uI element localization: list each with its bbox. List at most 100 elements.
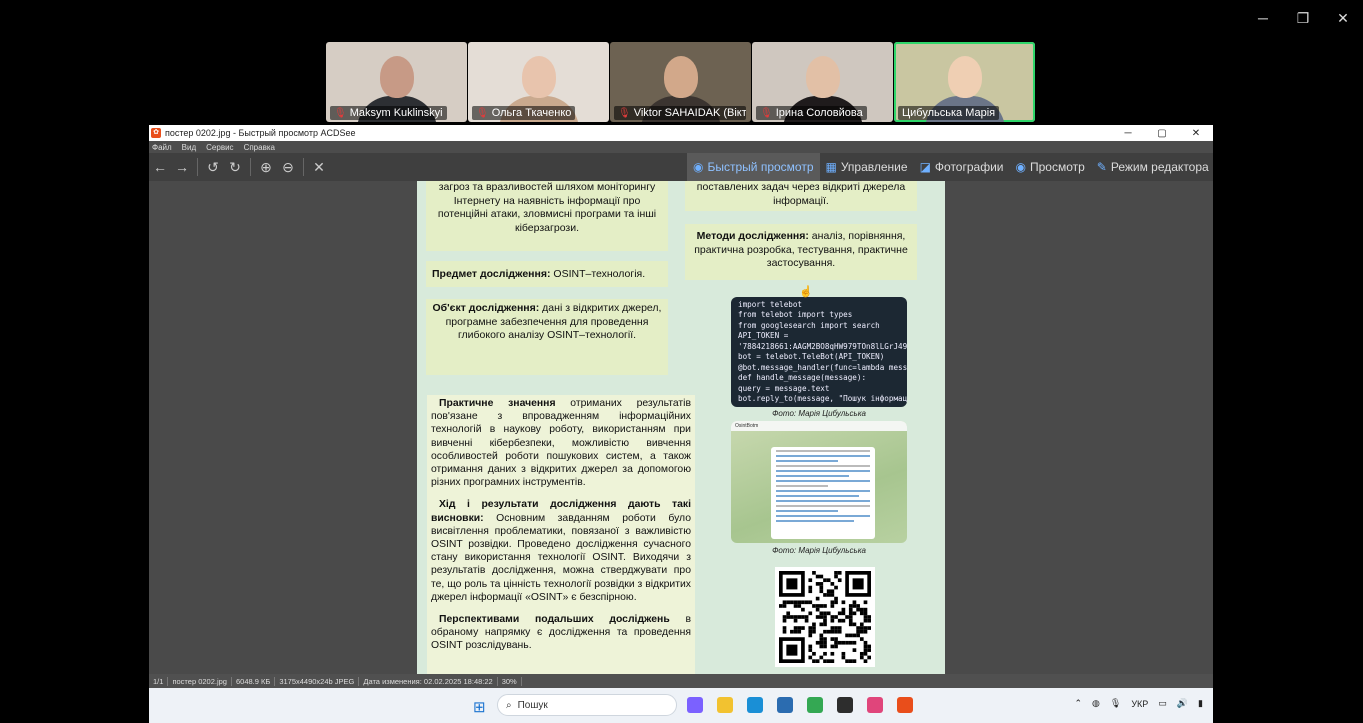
participant-tile[interactable]: Цибульська Марія — [894, 42, 1035, 122]
tab-manage[interactable]: ▦ Управление — [820, 153, 914, 181]
photos-icon: ◪ — [919, 160, 931, 174]
menu-view[interactable]: Вид — [182, 143, 196, 152]
chevron-up-icon[interactable]: ⌃ — [1075, 698, 1083, 709]
file-explorer-icon[interactable] — [717, 697, 733, 713]
network-icon[interactable]: ◍ — [1092, 698, 1100, 709]
menu-service[interactable]: Сервис — [206, 143, 233, 152]
tab-label: Управление — [840, 160, 908, 174]
system-tray: ⌃ ◍ 🎙 УКР ▭ 🔊 ▮ — [1075, 698, 1204, 709]
participant-name: Ольга Ткаченко — [491, 107, 572, 119]
microphone-icon[interactable]: 🎙 — [1110, 698, 1121, 709]
acdsee-app-icon[interactable] — [897, 697, 913, 713]
participant-name-label: 🎙 Maksym Kuklinskyi — [330, 106, 447, 120]
meeting-window-controls: ─ ❐ ✕ — [1243, 0, 1363, 36]
windows-start-icon[interactable]: ⊞ — [473, 698, 486, 716]
participant-video-strip: 🎙 Maksym Kuklinskyi 🎙 Ольга Ткаченко 🎙 Viktor… — [326, 42, 1038, 122]
participant-name: Viktor SAHAIDAK (Вікт... — [633, 107, 746, 119]
participant-tile[interactable]: 🎙 Viktor SAHAIDAK (Вікт... — [610, 42, 751, 122]
viewer-window-controls: ─ ▢ ✕ — [1111, 128, 1213, 139]
poster-box-object: Об'єкт дослідження: дані з відкритих дже… — [426, 299, 668, 375]
battery-icon[interactable]: ▮ — [1198, 698, 1203, 709]
practical-paragraph: Практичне значення отриманих результатів… — [431, 397, 691, 489]
tab-quick-view[interactable]: ◉ Быстрый просмотр — [687, 153, 820, 181]
tab-editor-mode[interactable]: ✎ Режим редактора — [1091, 153, 1215, 181]
windows-taskbar: ⊞ ⌕ Пошук ⌃ ◍ 🎙 УКР ▭ 🔊 ▮ — [149, 688, 1213, 723]
results-text: Основним завданням роботи було висвітлен… — [431, 512, 691, 603]
acdsee-viewer-window: ✿ постер 0202.jpg - Быстрый просмотр ACD… — [149, 125, 1213, 723]
participant-video — [379, 56, 414, 98]
viewer-restore-button[interactable]: ▢ — [1145, 128, 1179, 139]
viewer-statusbar: 1/1 постер 0202.jpg 6048.9 КБ 3175x4490x… — [149, 674, 1213, 688]
viewer-titlebar: ✿ постер 0202.jpg - Быстрый просмотр ACD… — [149, 125, 1213, 141]
taskbar-search[interactable]: ⌕ Пошук — [497, 694, 677, 716]
image-canvas[interactable]: загроз та вразливостей шляхом моніторинг… — [149, 181, 1213, 674]
chat-message-bubble — [771, 447, 875, 539]
participant-video — [663, 56, 698, 98]
prospects-paragraph: Перспективами подальших досліджень в обр… — [431, 613, 691, 653]
menu-file[interactable]: Файл — [152, 143, 172, 152]
participant-name-label: 🎙 Ірина Соловйова — [756, 106, 867, 120]
chrome-browser-icon[interactable] — [807, 697, 823, 713]
qr-code — [775, 567, 875, 667]
tab-photos[interactable]: ◪ Фотографии — [914, 153, 1010, 181]
status-page: 1/1 — [149, 676, 169, 686]
close-icon[interactable]: ✕ — [308, 156, 330, 178]
telegram-chat-screenshot: OsintBotm — [731, 421, 907, 543]
code-line: from telebot import types — [738, 310, 853, 320]
minimize-button[interactable]: ─ — [1243, 0, 1283, 36]
tab-view[interactable]: ◉ Просмотр — [1009, 153, 1090, 181]
tab-label: Режим редактора — [1110, 160, 1209, 174]
store-app-icon[interactable] — [777, 697, 793, 713]
poster-box-methods: Методи дослідження: аналіз, порівняння, … — [685, 224, 917, 280]
back-icon[interactable]: ← — [149, 156, 171, 178]
paint-app-icon[interactable] — [867, 697, 883, 713]
mic-muted-icon: 🎙 — [476, 107, 489, 119]
poster-box-tasks: поставлених задач через відкриті джерела… — [685, 181, 917, 211]
participant-name-label: 🎙 Ольга Ткаченко — [472, 106, 576, 120]
forward-icon[interactable]: → — [171, 156, 193, 178]
zoom-out-icon[interactable]: ⊖ — [277, 156, 299, 178]
toolbar-divider — [250, 158, 251, 176]
practical-text: отриманих результатів пов'язане з впрова… — [431, 398, 691, 489]
menu-help[interactable]: Справка — [244, 143, 275, 152]
zoom-in-icon[interactable]: ⊕ — [255, 156, 277, 178]
participant-name-label: Цибульська Марія — [898, 106, 1000, 120]
viewer-minimize-button[interactable]: ─ — [1111, 128, 1145, 139]
status-zoom: 30% — [498, 676, 522, 686]
rotate-left-icon[interactable]: ↺ — [202, 156, 224, 178]
edge-browser-icon[interactable] — [747, 697, 763, 713]
status-dimensions: 3175x4490x24b JPEG — [275, 676, 360, 686]
rotate-right-icon[interactable]: ↻ — [224, 156, 246, 178]
eye-icon: ◉ — [1015, 160, 1026, 174]
display-icon[interactable]: ▭ — [1158, 698, 1167, 709]
restore-button[interactable]: ❐ — [1283, 0, 1323, 36]
participant-name: Maksym Kuklinskyi — [349, 107, 443, 119]
qr-code-graphic — [779, 571, 871, 663]
search-icon: ⌕ — [506, 699, 512, 711]
eye-icon: ◉ — [693, 160, 704, 174]
copilot-app-icon[interactable] — [687, 697, 703, 713]
edit-icon: ✎ — [1096, 160, 1107, 174]
terminal-app-icon[interactable] — [837, 697, 853, 713]
mic-muted-icon: 🎙 — [618, 107, 631, 119]
volume-icon[interactable]: 🔊 — [1177, 698, 1188, 709]
participant-tile[interactable]: 🎙 Maksym Kuklinskyi — [326, 42, 467, 122]
code-line: API_TOKEN = — [738, 331, 789, 341]
toolbar-divider — [197, 158, 198, 176]
close-button[interactable]: ✕ — [1323, 0, 1363, 36]
viewer-close-button[interactable]: ✕ — [1179, 128, 1213, 139]
code-line: from googlesearch import search — [738, 320, 880, 330]
poster-box-subject: Предмет дослідження: OSINT–технологія. — [426, 261, 668, 287]
tab-label: Быстрый просмотр — [707, 160, 814, 174]
participant-tile[interactable]: 🎙 Ольга Ткаченко — [468, 42, 609, 122]
poster-text-column: Практичне значення отриманих результатів… — [427, 395, 695, 674]
participant-tile[interactable]: 🎙 Ірина Соловйова — [752, 42, 893, 122]
code-line: bot.reply_to(message, "Пошук інформаці — [738, 394, 907, 404]
tab-label: Просмотр — [1029, 160, 1085, 174]
photo-caption: Фото: Марія Цибульська — [772, 546, 866, 555]
methods-label: Методи дослідження: — [696, 230, 809, 242]
language-indicator[interactable]: УКР — [1131, 699, 1148, 709]
participant-name: Цибульська Марія — [902, 107, 996, 119]
mic-muted-icon: 🎙 — [760, 107, 773, 119]
acdsee-logo-icon: ✿ — [151, 128, 161, 138]
